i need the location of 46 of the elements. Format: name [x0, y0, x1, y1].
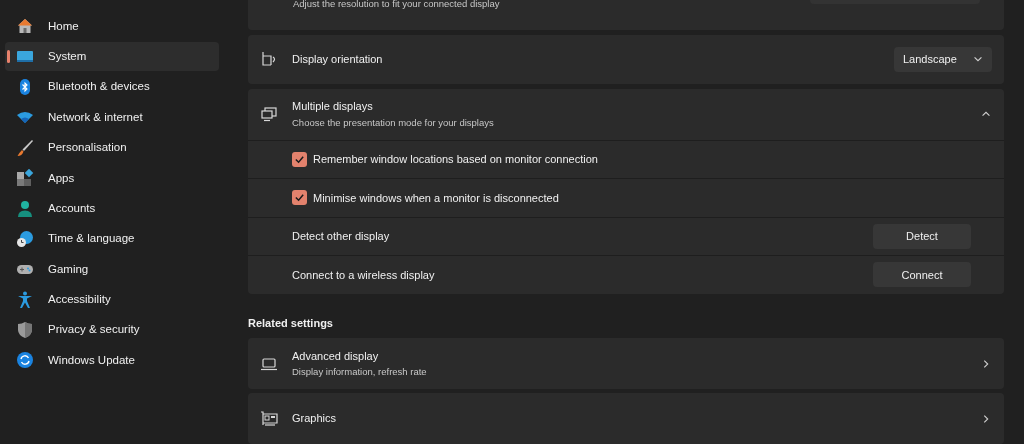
checkmark-icon [294, 192, 305, 204]
multiple-monitors-icon [260, 105, 278, 123]
orientation-dropdown[interactable]: Landscape [894, 46, 992, 72]
checkbox[interactable] [292, 190, 307, 206]
settings-link-card[interactable]: Graphics [248, 393, 1004, 444]
sidebar-item[interactable]: Windows Update [5, 346, 219, 375]
expander-header[interactable]: Multiple displays Choose the presentation mode for your displays [248, 88, 1004, 140]
apps-icon [16, 169, 34, 188]
link-title: Advanced display [292, 348, 380, 364]
setting-title: Display orientation [292, 52, 383, 68]
person-icon [16, 199, 34, 218]
brush-icon [16, 138, 34, 157]
sidebar-item[interactable]: Apps [5, 163, 219, 193]
settings-link-card[interactable]: Advanced display Display information, refresh rate [248, 338, 1004, 389]
setting-description: Adjust the resolution to fit your connected display [293, 0, 500, 9]
link-title: Graphics [292, 411, 337, 427]
link-description: Display information, refresh rate [292, 365, 427, 380]
checkmark-icon [294, 153, 305, 165]
setting-description: Choose the presentation mode for your displays [292, 115, 494, 130]
sidebar-item[interactable]: Time & language [5, 224, 219, 254]
setting-label: Connect to a wireless display [292, 267, 435, 283]
house-icon [16, 17, 34, 36]
setting-title: Multiple displays [292, 99, 374, 115]
accessibility-icon [16, 290, 34, 309]
sidebar-item[interactable]: Privacy & security [5, 315, 219, 345]
sidebar-item[interactable]: Gaming [5, 255, 219, 284]
sidebar-item[interactable]: Home [5, 12, 219, 41]
sidebar-item[interactable]: Network & internet [5, 103, 219, 132]
action-button[interactable]: Detect [873, 223, 971, 249]
action-button[interactable]: Connect [873, 262, 971, 288]
sidebar-item[interactable]: System [5, 42, 219, 71]
globe-clock-icon [16, 229, 34, 248]
sidebar-item[interactable]: Bluetooth & devices [5, 72, 219, 102]
shield-icon [16, 321, 34, 340]
setting-label: Remember window locations based on monitor connection [313, 152, 598, 167]
selection-indicator [7, 50, 10, 64]
sidebar-item[interactable]: Accessibility [5, 285, 219, 314]
sidebar-item[interactable]: Accounts [5, 194, 219, 223]
sidebar-item[interactable]: Personalisation [5, 133, 219, 162]
setting-label: Minimise windows when a monitor is disconnected [313, 190, 559, 206]
update-icon [16, 351, 34, 370]
rotate-display-icon [260, 50, 278, 69]
graphics-card-icon [260, 409, 278, 428]
setting-label: Detect other display [292, 229, 390, 244]
section-heading: Related settings [248, 315, 333, 331]
checkbox[interactable] [292, 151, 307, 167]
